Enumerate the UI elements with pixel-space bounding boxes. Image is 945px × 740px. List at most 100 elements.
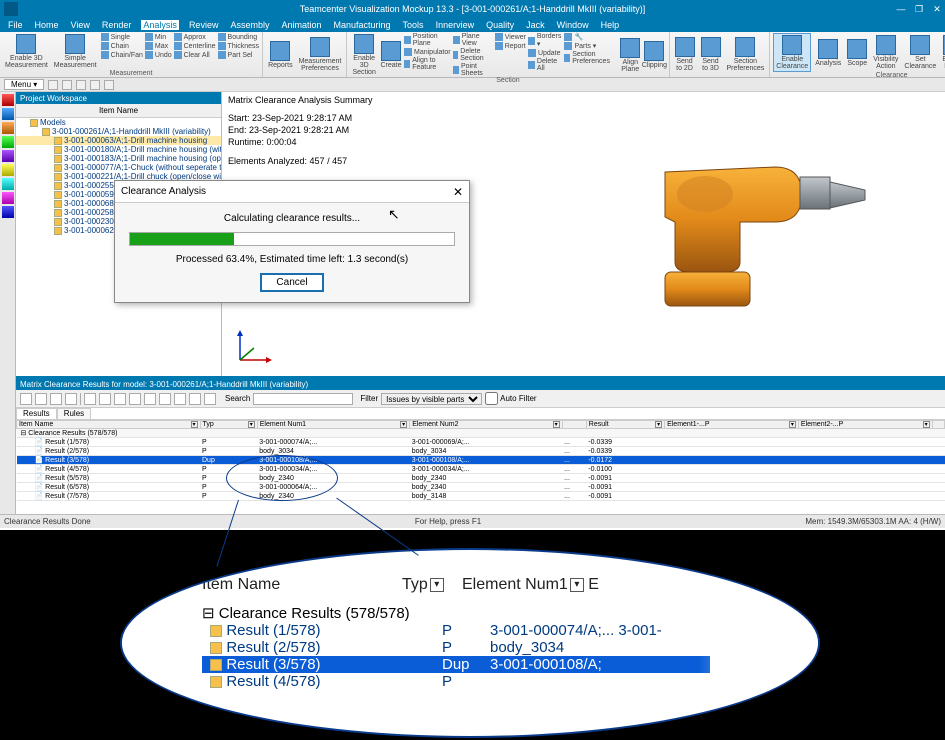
ribbon-alignp[interactable]: AlignPlane [619,33,641,77]
tool-icon[interactable] [2,206,14,218]
qat-btn[interactable] [90,80,100,90]
ribbon-analysis[interactable]: Analysis [813,33,843,72]
menu-review[interactable]: Review [187,20,221,30]
ribbon-scope[interactable]: Scope [845,33,869,72]
qat-menu[interactable]: Menu ▾ [4,79,44,90]
result-row[interactable]: 📄 Result (2/578)Pbody_3034body_3034...-0… [17,447,945,456]
result-row[interactable]: 📄 Result (7/578)Pbody_2340body_3148...-0… [17,492,945,501]
menu-help[interactable]: Help [599,20,622,30]
toolbar-icon[interactable] [144,393,156,405]
ribbon-visact[interactable]: VisibilityAction [871,33,900,72]
ribbon-small[interactable]: Chain [101,42,143,50]
ribbon-small[interactable]: Report [495,42,526,50]
tree-node[interactable]: 3-001-000180/A;1-Drill machine housing (… [16,145,221,154]
ribbon-simple[interactable]: SimpleMeasurement [52,33,99,70]
ribbon-small[interactable]: Approx [174,33,216,41]
close-icon[interactable]: ✕ [453,185,463,199]
ribbon-small[interactable]: Min [145,33,172,41]
menu-jack[interactable]: Jack [524,20,547,30]
toolbar-icon[interactable] [20,393,32,405]
ribbon-secpref[interactable]: SectionPreferences [725,33,767,76]
ribbon-s3d[interactable]: Sendto 3D [699,33,723,76]
ribbon-small[interactable]: Delete Section [453,48,493,62]
toolbar-icon[interactable] [174,393,186,405]
cancel-button[interactable]: Cancel [260,273,323,292]
ribbon-reports[interactable]: Reports [266,33,295,76]
tool-icon[interactable] [2,150,14,162]
ribbon-small[interactable]: Manipulator [404,48,451,56]
tree-node[interactable]: 3-001-000077/A;1-Chuck (without seperate… [16,163,221,172]
tool-icon[interactable] [2,108,14,120]
toolbar-icon[interactable] [50,393,62,405]
menu-render[interactable]: Render [100,20,134,30]
result-row[interactable]: 📄 Result (1/578)P3-001-000074/A;...3-001… [17,438,945,447]
ribbon-s2d[interactable]: Sendto 2D [673,33,697,76]
menu-file[interactable]: File [6,20,25,30]
ribbon-small[interactable]: Bounding [218,33,260,41]
ribbon-small[interactable]: Viewer [495,33,526,41]
qat-btn[interactable] [76,80,86,90]
menu-view[interactable]: View [69,20,92,30]
menu-window[interactable]: Window [555,20,591,30]
tool-icon[interactable] [2,122,14,134]
search-input[interactable] [253,393,353,405]
tree-node[interactable]: 3-001-000261/A;1-Handdrill MkIII (variab… [16,127,221,136]
result-row[interactable]: 📄 Result (6/578)P3-001-000064/A;...body_… [17,483,945,492]
result-row[interactable]: 📄 Result (4/578)P3-001-000034/A;...3-001… [17,465,945,474]
result-row[interactable]: 📄 Result (5/578)Pbody_2340body_2340...-0… [17,474,945,483]
menu-assembly[interactable]: Assembly [228,20,271,30]
qat-btn[interactable] [62,80,72,90]
result-row[interactable]: 📄 Result (3/578)Dup3-001-000108/A;...3-0… [17,456,945,465]
qat-btn[interactable] [104,80,114,90]
tab-rules[interactable]: Rules [57,408,91,419]
toolbar-icon[interactable] [35,393,47,405]
menu-innerview[interactable]: Innerview [434,20,477,30]
ribbon-enclr[interactable]: EnableClearance [773,33,811,72]
ribbon-small[interactable]: Position Plane [404,33,451,47]
tool-icon[interactable] [2,136,14,148]
ribbon-small[interactable]: Centerline [174,42,216,50]
ribbon-small[interactable]: Delete All [528,58,563,72]
toolbar-icon[interactable] [129,393,141,405]
ribbon-small[interactable]: Plane View [453,33,493,47]
restore-button[interactable]: ❐ [913,4,925,15]
tool-icon[interactable] [2,178,14,190]
close-button[interactable]: ✕ [931,4,943,15]
ribbon-small[interactable]: Clear All [174,51,216,59]
tree-node[interactable]: 3-001-000183/A;1-Drill machine housing (… [16,154,221,163]
ribbon-small[interactable]: Max [145,42,172,50]
ribbon-small[interactable]: Undo [145,51,172,59]
menu-analysis[interactable]: Analysis [141,20,179,30]
ribbon-small[interactable]: Align to Feature [404,57,451,71]
toolbar-icon[interactable] [189,393,201,405]
tab-results[interactable]: Results [16,408,57,419]
ribbon-small[interactable]: Single [101,33,143,41]
qat-btn[interactable] [48,80,58,90]
toolbar-icon[interactable] [114,393,126,405]
tool-icon[interactable] [2,94,14,106]
toolbar-icon[interactable] [159,393,171,405]
autofilter-check[interactable]: Auto Filter [485,392,536,405]
ribbon-small[interactable]: Part Sel [218,51,260,59]
ribbon-clip[interactable]: Clipping [643,33,665,77]
menu-tools[interactable]: Tools [401,20,426,30]
menu-home[interactable]: Home [33,20,61,30]
ribbon-enable3d[interactable]: Enable 3DMeasurement [3,33,50,70]
ribbon-enrules[interactable]: EnableRules [940,33,945,72]
ribbon-small[interactable]: Section Preferences [564,51,617,65]
toolbar-icon[interactable] [84,393,96,405]
ribbon-create[interactable]: Create [380,33,402,77]
ribbon-setclr[interactable]: SetClearance [902,33,938,72]
ribbon-small[interactable]: Point Sheets [453,63,493,77]
tree-node[interactable]: 3-001-000063/A;1-Drill machine housing [16,136,221,145]
tree-node[interactable]: Models [16,118,221,127]
toolbar-icon[interactable] [204,393,216,405]
toolbar-icon[interactable] [65,393,77,405]
ribbon-small[interactable]: Parts ▾ [564,42,617,50]
ribbon-mpref[interactable]: MeasurementPreferences [297,33,344,76]
ribbon-small[interactable]: Chain/Fan [101,51,143,59]
ribbon-small[interactable]: Thickness [218,42,260,50]
results-table[interactable]: Item Name ▾Typ ▾Element Num1 ▾Element Nu… [16,420,945,514]
ribbon-small[interactable]: Borders ▾ [528,33,563,48]
menu-quality[interactable]: Quality [484,20,516,30]
